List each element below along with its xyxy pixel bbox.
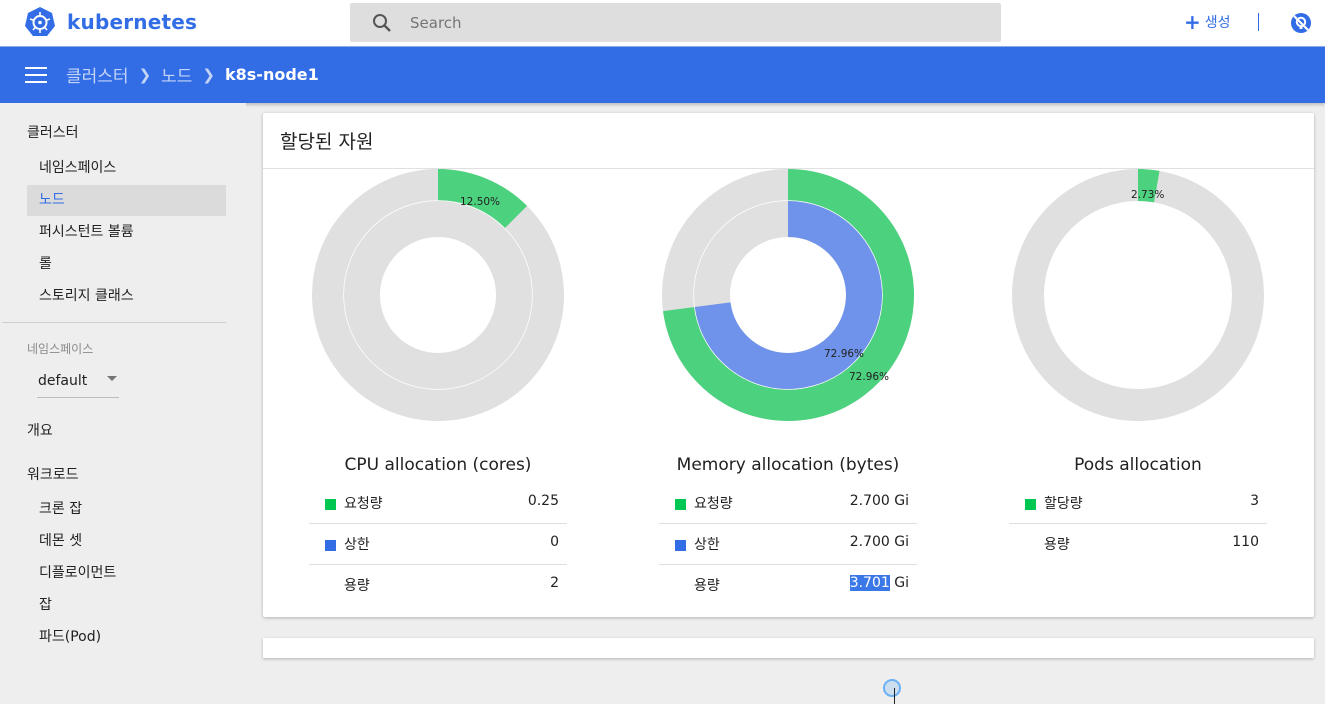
cpu-outer-percent-label: 12.50% [460,196,501,208]
legend-row-capacity: 용량 3.701 Gi [659,565,917,605]
search-icon [373,14,391,32]
memory-donut [662,169,914,421]
legend-value: 110 [1232,534,1259,550]
dropdown-caret-icon [107,376,117,381]
legend-row-requests: 요청량 2.700 Gi [659,483,917,524]
hamburger-menu-icon[interactable] [25,67,47,83]
legend-name: 요청량 [694,496,733,512]
sidebar-item-roles[interactable]: 롤 [27,249,226,280]
card-title: 할당된 자원 [280,131,374,153]
legend-value: 2.700 Gi [849,534,909,550]
legend-value: 3 [1250,493,1259,509]
namespace-value: default [38,373,88,389]
limits-swatch [325,540,336,551]
allocated-swatch [1025,499,1036,510]
sidebar-divider [2,322,226,323]
legend-name: 용량 [694,578,720,594]
sidebar-item-persistent-volumes[interactable]: 퍼시스턴트 볼륨 [27,217,226,248]
legend-row-capacity: 용량 2 [309,565,567,605]
sidebar-item-jobs[interactable]: 잡 [27,590,226,621]
legend-value: 0 [550,534,559,550]
chevron-right-icon: ❯ [138,65,152,84]
text-cursor [894,688,895,704]
sidebar-item-daemon-sets[interactable]: 데몬 셋 [27,526,226,557]
legend-row-allocated: 할당량 3 [1009,483,1267,524]
pods-outer-percent-label: 2.73% [1131,189,1165,201]
click-indicator [883,679,901,697]
legend-value: 2 [550,575,559,591]
memory-inner-percent-label: 72.96% [824,348,865,360]
sidebar-item-nodes[interactable]: 노드 [27,185,226,216]
breadcrumb-nodes[interactable]: 노드 [161,62,192,87]
sidebar-item-storage-classes[interactable]: 스토리지 클래스 [27,281,226,312]
pods-donut [1012,169,1264,421]
legend-row-limits: 상한 0 [309,524,567,565]
allocated-resources-card: 할당된 자원 12.50% CPU allocation (cores) 요청량… [263,113,1314,704]
memory-allocation-chart: 72.96% 72.96% Memory allocation (bytes) … [613,169,943,704]
next-card [263,638,1314,658]
legend-row-requests: 요청량 0.25 [309,483,567,524]
outer-ring-track [1012,169,1264,421]
legend-name: 용량 [1044,537,1070,553]
sidebar-item-namespaces[interactable]: 네임스페이스 [27,153,226,184]
sidebar: 클러스터 네임스페이스 노드 퍼시스턴트 볼륨 롤 스토리지 클래스 네임스페이… [0,103,246,649]
namespace-select[interactable]: default [37,368,119,398]
notifications-off-icon[interactable] [1289,11,1313,35]
memory-outer-percent-label: 72.96% [849,371,890,383]
kubernetes-logo-icon[interactable] [24,6,56,38]
legend-row-limits: 상한 2.700 Gi [659,524,917,565]
namespace-label: 네임스페이스 [27,342,94,356]
pods-chart-title: Pods allocation [1074,455,1202,475]
pods-legend: 할당량 3 용량 110 [1009,483,1267,564]
breadcrumb-current: k8s-node1 [225,65,319,84]
memory-chart-title: Memory allocation (bytes) [676,455,900,475]
create-button[interactable]: + 생성 [1184,12,1231,32]
search-input[interactable] [410,3,970,42]
sidebar-item-cron-jobs[interactable]: 크론 잡 [27,494,226,525]
create-button-label: 생성 [1204,15,1231,31]
legend-row-capacity: 용량 110 [1009,524,1267,564]
legend-value: 0.25 [527,493,559,509]
breadcrumb-cluster[interactable]: 클러스터 [66,62,129,87]
plus-icon: + [1184,10,1201,34]
selected-text: 3.701 [849,575,890,591]
pods-allocation-chart: 2.73% Pods allocation 할당량 3 용량 110 [963,169,1293,609]
cpu-legend: 요청량 0.25 상한 0 용량 2 [309,483,567,605]
inner-ring-track [344,201,532,389]
requests-swatch [675,499,686,510]
sidebar-heading-workloads[interactable]: 워크로드 [27,464,79,484]
cpu-chart-title: CPU allocation (cores) [344,455,532,475]
sidebar-item-overview[interactable]: 개요 [27,420,53,440]
page-header: 클러스터 ❯ 노드 ❯ k8s-node1 [0,46,1325,103]
brand-name[interactable]: kubernetes [67,10,197,34]
legend-name: 요청량 [344,496,383,512]
limits-swatch [675,540,686,551]
breadcrumb: 클러스터 ❯ 노드 ❯ k8s-node1 [66,62,319,87]
toolbar-divider [1258,13,1259,31]
cpu-allocation-chart: 12.50% CPU allocation (cores) 요청량 0.25 상… [263,169,593,609]
legend-value: 2.700 Gi [849,493,909,509]
legend-name: 상한 [344,537,370,553]
search-bar[interactable] [350,3,1001,42]
legend-name: 할당량 [1044,496,1083,512]
sidebar-heading-cluster[interactable]: 클러스터 [27,122,79,142]
requests-swatch [325,499,336,510]
top-toolbar: kubernetes + 생성 [0,0,1325,46]
sidebar-item-pods[interactable]: 파드(Pod) [27,622,226,653]
chevron-right-icon: ❯ [202,65,215,84]
sidebar-item-deployments[interactable]: 디플로이먼트 [27,558,226,589]
legend-name: 용량 [344,578,370,594]
legend-name: 상한 [694,537,720,553]
memory-legend: 요청량 2.700 Gi 상한 2.700 Gi 용량 3.701 Gi [659,483,917,605]
legend-value[interactable]: 3.701 Gi [849,575,909,591]
cpu-donut [312,169,564,421]
legend-unit: Gi [894,575,909,591]
